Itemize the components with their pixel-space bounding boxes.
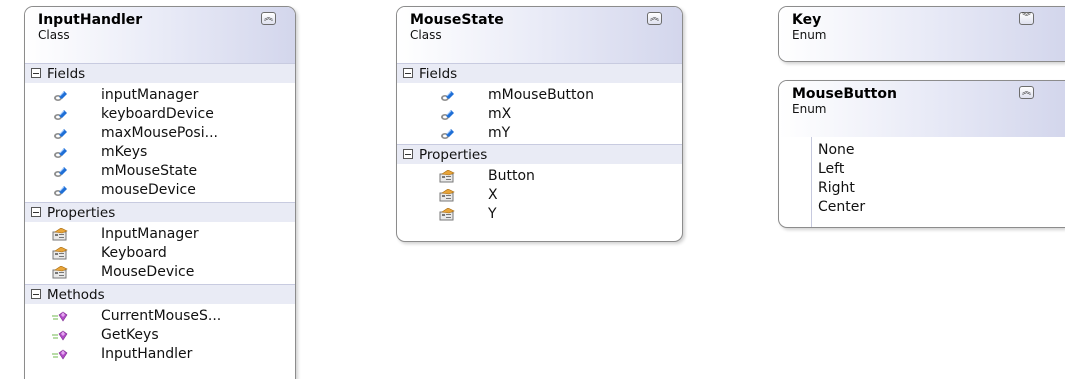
field-icon xyxy=(439,89,455,102)
property-icon xyxy=(439,189,455,202)
member-label: CurrentMouseS... xyxy=(101,308,222,324)
enum-kind: Enum xyxy=(792,28,827,42)
field-member[interactable]: mKeys xyxy=(25,143,295,162)
member-label: mKeys xyxy=(101,144,148,160)
method-icon xyxy=(52,348,68,361)
collapse-section-icon[interactable] xyxy=(31,68,41,78)
collapse-section-icon[interactable] xyxy=(31,207,41,217)
method-member[interactable]: GetKeys xyxy=(25,326,295,345)
property-member[interactable]: Button xyxy=(397,167,682,186)
field-icon xyxy=(439,108,455,121)
member-label: Button xyxy=(488,168,535,184)
member-label: InputManager xyxy=(101,226,199,242)
enum-value[interactable]: Center xyxy=(818,198,1065,217)
enum-values: None Left Right Center xyxy=(811,137,1065,227)
member-label: mX xyxy=(488,106,512,122)
method-icon xyxy=(52,329,68,342)
field-member[interactable]: keyboardDevice xyxy=(25,105,295,124)
member-label: maxMousePosi... xyxy=(101,125,218,141)
field-icon xyxy=(52,165,68,178)
section-fields[interactable]: Fields xyxy=(397,63,682,83)
field-member[interactable]: mY xyxy=(397,124,682,143)
field-icon xyxy=(52,184,68,197)
mousebutton-enum-box[interactable]: MouseButton Enum ︽ None Left Right Cente… xyxy=(778,80,1065,228)
property-icon xyxy=(52,247,68,260)
member-label: mY xyxy=(488,125,511,141)
collapse-icon[interactable]: ︽ xyxy=(647,12,662,25)
member-label: X xyxy=(488,187,498,203)
member-label: GetKeys xyxy=(101,327,159,343)
field-member[interactable]: maxMousePosi... xyxy=(25,124,295,143)
field-member[interactable]: inputManager xyxy=(25,86,295,105)
section-properties[interactable]: Properties xyxy=(25,202,295,222)
inputhandler-class-box[interactable]: InputHandler Class ︽ Fields inputManager… xyxy=(24,6,296,379)
collapse-section-icon[interactable] xyxy=(403,149,413,159)
member-label: keyboardDevice xyxy=(101,106,214,122)
enum-kind: Enum xyxy=(792,102,827,116)
key-header[interactable]: Key Enum ︾ xyxy=(779,7,1065,61)
field-icon xyxy=(52,108,68,121)
field-member[interactable]: mouseDevice xyxy=(25,181,295,200)
inputhandler-header[interactable]: InputHandler Class ︽ xyxy=(25,7,295,63)
enum-value[interactable]: Left xyxy=(818,160,1065,179)
member-label: Keyboard xyxy=(101,245,167,261)
method-icon xyxy=(52,310,68,323)
method-member[interactable]: CurrentMouseS... xyxy=(25,307,295,326)
member-label: Y xyxy=(488,206,497,222)
section-properties[interactable]: Properties xyxy=(397,144,682,164)
property-member[interactable]: X xyxy=(397,186,682,205)
section-title: Properties xyxy=(419,147,488,163)
field-member[interactable]: mMouseButton xyxy=(397,86,682,105)
collapse-icon[interactable]: ︽ xyxy=(261,12,276,25)
method-member[interactable]: InputHandler xyxy=(25,345,295,364)
member-label: mouseDevice xyxy=(101,182,196,198)
collapse-icon[interactable]: ︽ xyxy=(1019,86,1034,99)
class-kind: Class xyxy=(38,28,70,42)
section-title: Methods xyxy=(47,287,105,303)
member-label: MouseDevice xyxy=(101,264,195,280)
section-title: Properties xyxy=(47,205,116,221)
field-member[interactable]: mX xyxy=(397,105,682,124)
class-name: MouseState xyxy=(410,12,504,28)
collapse-section-icon[interactable] xyxy=(403,68,413,78)
member-label: mMouseButton xyxy=(488,87,594,103)
property-icon xyxy=(439,170,455,183)
member-label: inputManager xyxy=(101,87,199,103)
field-member[interactable]: mMouseState xyxy=(25,162,295,181)
field-icon xyxy=(52,146,68,159)
class-kind: Class xyxy=(410,28,442,42)
section-title: Fields xyxy=(419,66,458,82)
enum-value[interactable]: None xyxy=(818,141,1065,160)
property-icon xyxy=(52,228,68,241)
expand-icon[interactable]: ︾ xyxy=(1019,12,1034,25)
field-icon xyxy=(52,127,68,140)
section-methods[interactable]: Methods xyxy=(25,284,295,304)
field-icon xyxy=(439,127,455,140)
property-member[interactable]: Y xyxy=(397,205,682,224)
property-member[interactable]: InputManager xyxy=(25,225,295,244)
class-name: InputHandler xyxy=(38,12,143,28)
mousestate-class-box[interactable]: MouseState Class ︽ Fields mMouseButton m… xyxy=(396,6,683,242)
member-label: InputHandler xyxy=(101,346,193,362)
collapse-section-icon[interactable] xyxy=(31,289,41,299)
mousebutton-header[interactable]: MouseButton Enum ︽ xyxy=(779,81,1065,137)
section-title: Fields xyxy=(47,66,86,82)
member-label: mMouseState xyxy=(101,163,198,179)
field-icon xyxy=(52,89,68,102)
property-member[interactable]: Keyboard xyxy=(25,244,295,263)
key-enum-box[interactable]: Key Enum ︾ xyxy=(778,6,1065,62)
property-member[interactable]: MouseDevice xyxy=(25,263,295,282)
property-icon xyxy=(52,266,68,279)
enum-value[interactable]: Right xyxy=(818,179,1065,198)
property-icon xyxy=(439,208,455,221)
mousestate-header[interactable]: MouseState Class ︽ xyxy=(397,7,682,63)
section-fields[interactable]: Fields xyxy=(25,63,295,83)
